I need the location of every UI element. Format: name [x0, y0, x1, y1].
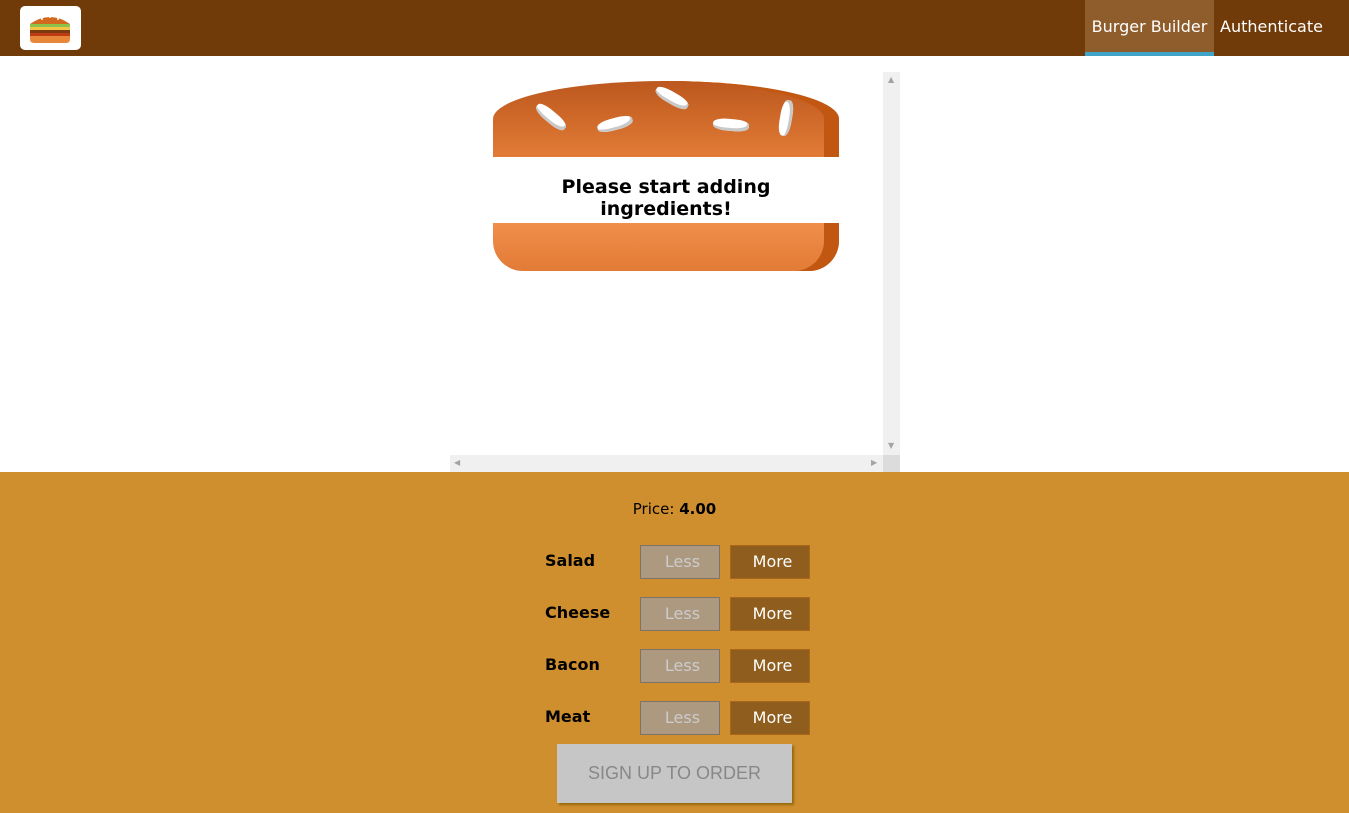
seed [596, 113, 634, 135]
nav-burger-builder[interactable]: Burger Builder [1085, 0, 1214, 56]
ingredient-label: Salad [545, 551, 596, 570]
nav-authenticate[interactable]: Authenticate [1214, 0, 1329, 56]
ingredient-control-salad: Salad Less More [0, 545, 1349, 579]
scroll-left-icon[interactable]: ◀ [454, 459, 460, 467]
ingredient-label: Meat [545, 707, 591, 726]
less-meat-button[interactable]: Less [640, 701, 720, 735]
ingredient-label: Cheese [545, 603, 611, 622]
scroll-down-icon[interactable]: ▼ [888, 442, 894, 450]
ingredient-control-cheese: Cheese Less More [0, 597, 1349, 631]
seed [653, 83, 691, 113]
less-salad-button[interactable]: Less [640, 545, 720, 579]
scroll-corner [883, 455, 900, 472]
empty-burger-message: Please start adding ingredients! [561, 176, 771, 220]
less-cheese-button[interactable]: Less [640, 597, 720, 631]
scroll-right-icon[interactable]: ▶ [871, 459, 877, 467]
more-cheese-button[interactable]: More [730, 597, 810, 631]
toolbar: Burger Builder Authenticate [0, 0, 1349, 56]
sign-up-to-order-button[interactable]: SIGN UP TO ORDER [557, 744, 792, 803]
more-salad-button[interactable]: More [730, 545, 810, 579]
ingredient-control-meat: Meat Less More [0, 701, 1349, 735]
seed [533, 100, 569, 134]
seed [712, 117, 750, 133]
vertical-scrollbar[interactable]: ▲ ▼ [883, 72, 900, 455]
price-value: 4.00 [679, 500, 717, 518]
scroll-up-icon[interactable]: ▲ [888, 76, 894, 84]
price-label: Price: [632, 500, 675, 518]
ingredient-control-bacon: Bacon Less More [0, 649, 1349, 683]
more-bacon-button[interactable]: More [730, 649, 810, 683]
more-meat-button[interactable]: More [730, 701, 810, 735]
bread-bottom [493, 223, 839, 271]
seed [776, 99, 796, 137]
bread-top [493, 81, 839, 157]
burger-logo-icon[interactable] [20, 6, 81, 50]
ingredient-label: Bacon [545, 655, 600, 674]
less-bacon-button[interactable]: Less [640, 649, 720, 683]
price-display: Price: 4.00 [0, 500, 1349, 518]
horizontal-scrollbar[interactable]: ◀ ▶ [450, 455, 883, 472]
